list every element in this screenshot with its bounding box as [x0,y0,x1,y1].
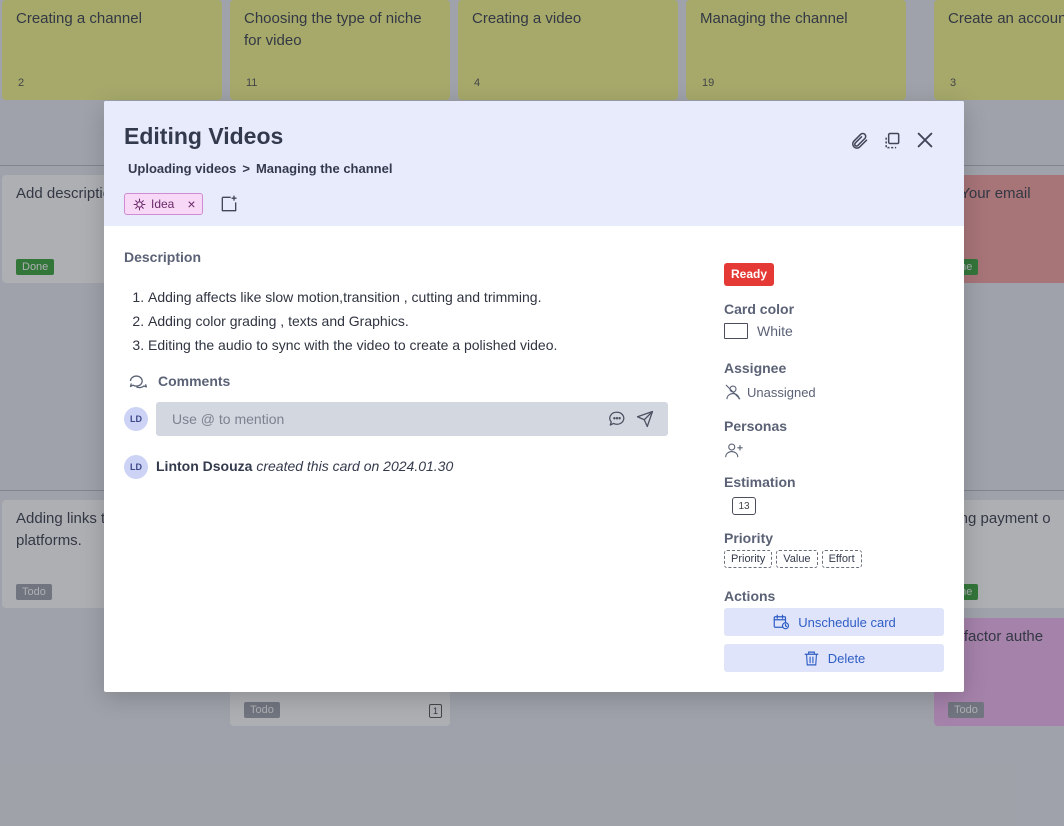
breadcrumb-parent[interactable]: Uploading videos [128,161,236,176]
assignee-value: Unassigned [747,384,816,400]
activity-user: Linton Dsouza [156,458,253,474]
comments-icon [128,371,148,391]
copy-icon[interactable] [882,131,902,151]
add-persona-icon[interactable] [724,441,744,459]
modal-header: Editing Videos Uploading videos > Managi… [104,101,964,226]
color-swatch [724,323,748,339]
description-label: Description [124,249,202,265]
status-badge[interactable]: Ready [724,263,775,286]
priority-label: Priority [724,530,774,546]
description-item: Adding color grading , texts and Graphic… [148,309,557,333]
page-title: Editing Videos [124,123,284,149]
trash-icon [803,650,820,667]
assignee-picker[interactable]: Unassigned [724,383,816,401]
add-tag-icon[interactable] [219,194,239,214]
avatar: LD [124,455,148,479]
card-color-label: Card color [724,301,795,317]
close-icon[interactable] [914,129,936,151]
activity-entry: Linton Dsouza created this card on 2024.… [156,458,453,474]
breadcrumb-current[interactable]: Managing the channel [256,161,393,176]
unschedule-label: Unschedule card [798,614,896,630]
remove-tag-icon[interactable]: × [187,197,195,211]
delete-button[interactable]: Delete [724,644,944,672]
comment-input[interactable] [170,410,594,428]
estimation-label: Estimation [724,474,796,490]
priority-chips: Priority Value Effort [724,550,862,568]
description-item: Editing the audio to sync with the video… [148,333,557,357]
comments-header: Comments [128,371,230,391]
calendar-clock-icon [772,613,790,631]
description-list[interactable]: Adding affects like slow motion,transiti… [128,285,557,357]
breadcrumb: Uploading videos > Managing the channel [128,161,392,176]
effort-chip[interactable]: Effort [821,550,862,568]
card-color-value: White [757,323,793,339]
send-icon[interactable] [636,410,654,428]
delete-label: Delete [827,650,866,666]
breadcrumb-separator: > [242,161,250,176]
assignee-label: Assignee [724,360,787,376]
actions-label: Actions [724,588,776,604]
comments-label: Comments [158,373,231,389]
comment-box [156,402,668,436]
card-detail-modal: Editing Videos Uploading videos > Managi… [104,101,964,692]
card-color-picker[interactable]: White [724,323,793,339]
unschedule-card-button[interactable]: Unschedule card [724,608,944,636]
estimation-value[interactable]: 13 [732,497,756,515]
tag-label: Idea [151,197,175,211]
tag-idea[interactable]: Idea × [124,193,203,215]
avatar: LD [124,407,148,431]
personas-label: Personas [724,418,788,434]
bulb-icon [133,198,146,211]
paperclip-icon[interactable] [849,131,869,151]
description-item: Adding affects like slow motion,transiti… [148,285,557,309]
priority-chip[interactable]: Priority [724,550,773,568]
emoji-comment-icon[interactable] [608,410,626,428]
value-chip[interactable]: Value [776,550,818,568]
user-off-icon [724,383,742,401]
activity-action: created this card on 2024.01.30 [256,458,454,474]
